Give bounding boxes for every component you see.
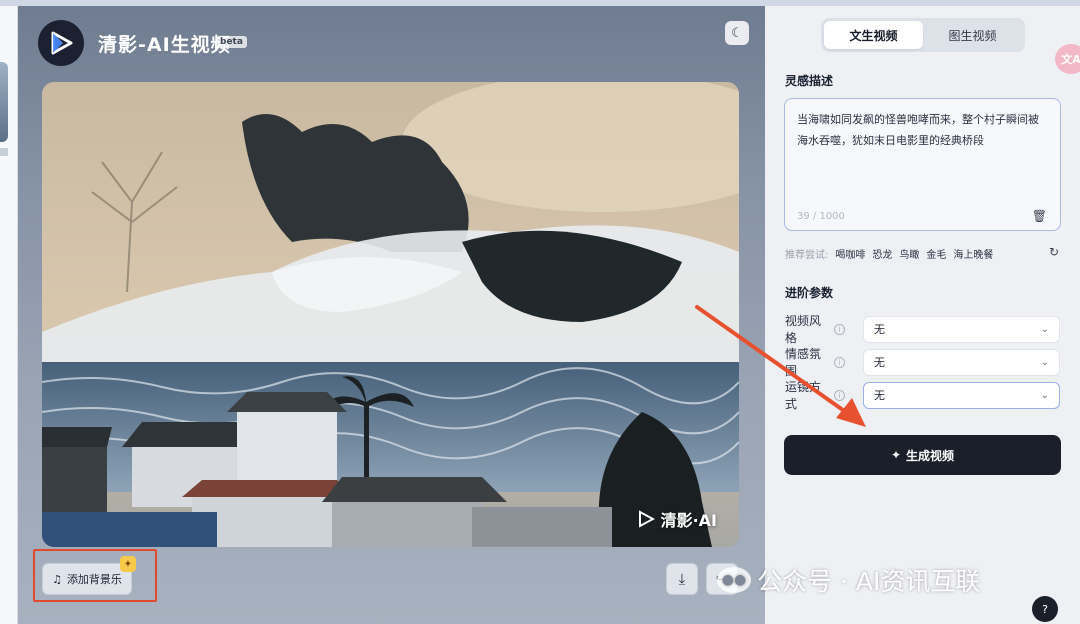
- wechat-watermark: ●● 公众号 · AI资讯互联: [717, 562, 980, 598]
- download-button[interactable]: ⤓: [666, 563, 698, 595]
- char-count: 39 / 1000: [797, 211, 845, 222]
- tab-image-to-video[interactable]: 图生视频: [923, 21, 1022, 49]
- param-row-camera: 运镜方式 i 无 ⌄: [785, 378, 1060, 412]
- wechat-watermark-text: 公众号 · AI资讯互联: [757, 567, 981, 596]
- settings-panel: 文生视频 图生视频 文A 灵感描述 当海啸如同发飙的怪兽咆哮而来，整个村子瞬间被…: [765, 6, 1080, 624]
- chevron-down-icon: ⌄: [1040, 323, 1049, 335]
- suggestion-chip[interactable]: 海上晚餐: [953, 246, 993, 261]
- select-value: 无: [874, 389, 885, 402]
- video-stage: 清影-AI生视频 beta ☾ 清影·AI ♫ 添加背景乐 ✦ ⤓: [18, 6, 765, 624]
- inspiration-title: 灵感描述: [785, 74, 834, 88]
- trash-icon[interactable]: 🗑: [1032, 209, 1047, 223]
- theme-toggle-icon[interactable]: ☾: [725, 21, 749, 45]
- video-style-select[interactable]: 无 ⌄: [863, 315, 1060, 343]
- param-label: 视频风格: [785, 314, 822, 345]
- suggest-label: 推荐尝试:: [785, 250, 829, 261]
- watermark-logo-icon: [638, 510, 655, 528]
- annotation-highlight-box: [33, 549, 157, 602]
- sparkle-icon: ✦: [890, 448, 902, 462]
- translate-icon[interactable]: 文A: [1055, 44, 1080, 74]
- adjacent-window-strip: [0, 6, 18, 624]
- suggestion-chip[interactable]: 金毛: [926, 246, 946, 261]
- param-row-mood: 情感氛围 i 无 ⌄: [785, 345, 1060, 379]
- info-icon: i: [834, 389, 845, 401]
- refresh-icon[interactable]: ↻: [1049, 245, 1059, 259]
- prompt-textarea[interactable]: 当海啸如同发飙的怪兽咆哮而来，整个村子瞬间被海水吞噬，犹如末日电影里的经典桥段 …: [784, 98, 1061, 231]
- info-icon: i: [834, 323, 845, 335]
- advanced-params-title: 进阶参数: [785, 286, 834, 300]
- beta-badge: beta: [216, 36, 247, 48]
- suggestion-chip[interactable]: 恐龙: [872, 246, 892, 261]
- select-value: 无: [874, 323, 885, 336]
- tsunami-scene-image: [42, 82, 739, 547]
- app-title: 清影-AI生视频: [98, 34, 231, 56]
- param-label: 运镜方式: [785, 380, 822, 411]
- wechat-icon: ●●: [717, 567, 751, 593]
- prompt-text: 当海啸如同发飙的怪兽咆哮而来，整个村子瞬间被海水吞噬，犹如末日电影里的经典桥段: [797, 113, 1039, 147]
- adjacent-thumbnail: [0, 62, 8, 142]
- mood-select[interactable]: 无 ⌄: [863, 348, 1060, 376]
- chevron-down-icon: ⌄: [1040, 356, 1049, 368]
- adjacent-marker: [0, 148, 8, 156]
- video-preview[interactable]: 清影·AI: [42, 82, 739, 547]
- suggestions-row: 推荐尝试: 喝咖啡 恐龙 鸟瞰 金毛 海上晚餐: [785, 246, 993, 261]
- param-row-style: 视频风格 i 无 ⌄: [785, 312, 1060, 346]
- video-watermark: 清影·AI: [637, 507, 717, 531]
- suggestion-chip[interactable]: 喝咖啡: [835, 246, 865, 261]
- watermark-text: 清影·AI: [660, 511, 717, 530]
- param-label: 情感氛围: [785, 347, 822, 378]
- generate-video-button[interactable]: ✦ 生成视频: [784, 435, 1061, 475]
- generate-label: 生成视频: [906, 448, 955, 463]
- help-icon[interactable]: ?: [1032, 596, 1058, 622]
- camera-movement-select[interactable]: 无 ⌄: [863, 381, 1060, 409]
- suggestion-chip[interactable]: 鸟瞰: [899, 246, 919, 261]
- app-logo-icon: [38, 20, 84, 66]
- select-value: 无: [874, 356, 885, 369]
- download-icon: ⤓: [678, 570, 686, 588]
- mode-tabs: 文生视频 图生视频: [821, 18, 1025, 52]
- tab-text-to-video[interactable]: 文生视频: [824, 21, 923, 49]
- chevron-down-icon: ⌄: [1040, 389, 1049, 401]
- info-icon: i: [834, 356, 845, 368]
